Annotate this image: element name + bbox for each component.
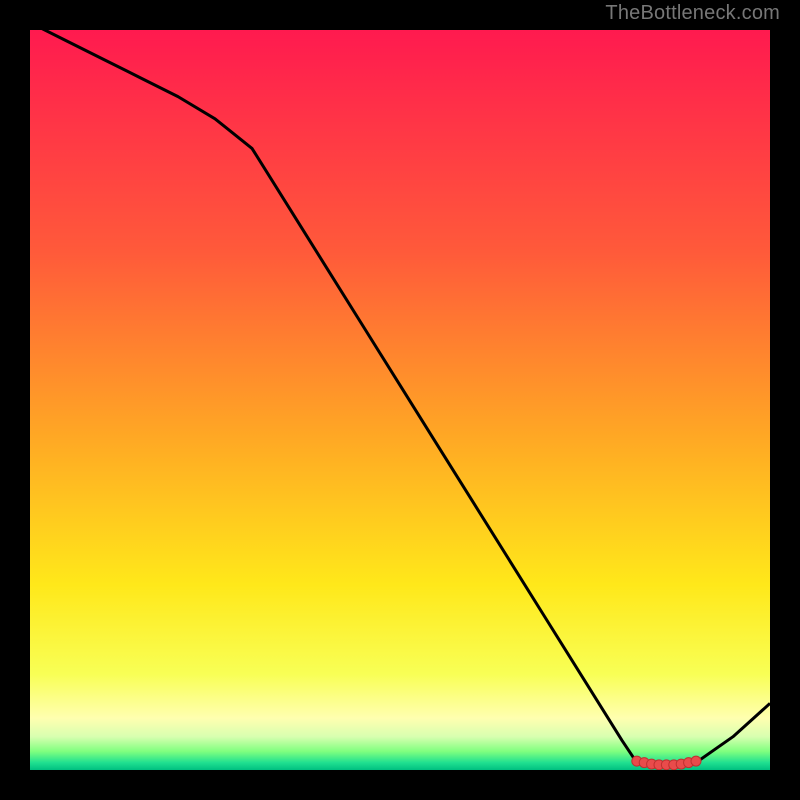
chart-background-gradient	[30, 30, 770, 770]
chart-scatter-point	[691, 756, 701, 766]
watermark-text: TheBottleneck.com	[605, 2, 780, 25]
chart-plot-area	[30, 30, 770, 770]
chart-svg	[30, 30, 770, 770]
